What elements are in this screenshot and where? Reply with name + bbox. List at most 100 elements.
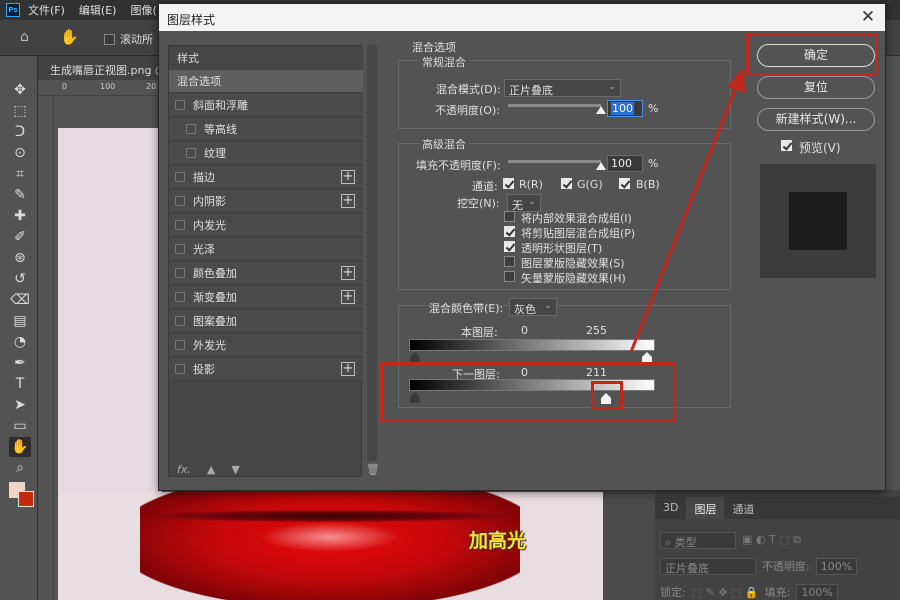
clone-stamp-icon[interactable]: ⊛ [9,248,31,268]
add-effect-icon[interactable]: + [341,170,355,184]
style-item-checkbox[interactable] [175,172,185,182]
type-icon[interactable]: T [9,374,31,394]
style-item[interactable]: 斜面和浮雕 [169,94,363,117]
style-item-label: 等高线 [204,123,237,136]
layer-fill-field[interactable]: 100% [796,583,838,600]
blend-if-dropdown[interactable]: 灰色 ⌄ [509,298,557,316]
styles-scrollbar[interactable] [367,45,377,461]
scroll-all-windows-option[interactable]: 滚动所 [104,31,153,47]
style-item-checkbox[interactable] [175,316,185,326]
dodge-icon[interactable]: ◔ [9,332,31,352]
style-item-checkbox[interactable] [175,340,185,350]
trash-icon[interactable]: 🗑 [366,463,380,476]
style-item-checkbox[interactable] [175,244,185,254]
channel-r-checkbox[interactable] [503,178,514,189]
channel-g-label: G(G) [577,178,603,191]
style-item-checkbox[interactable] [175,268,185,278]
home-icon[interactable]: ⌂ [20,29,36,45]
layer-fill-label: 填充: [764,586,791,599]
channel-b-checkbox[interactable] [619,178,630,189]
advanced-option-checkbox[interactable] [504,271,515,282]
lasso-icon[interactable]: ᑐ [9,122,31,142]
style-item-checkbox[interactable] [175,292,185,302]
eraser-icon[interactable]: ⌫ [9,290,31,310]
healing-icon[interactable]: ✚ [9,206,31,226]
new-style-button[interactable]: 新建样式(W)... [757,108,875,131]
layer-opacity-field[interactable]: 100% [815,557,858,575]
hand-icon[interactable]: ✋ [9,437,31,457]
shape-icon[interactable]: ▭ [9,416,31,436]
tab-3d[interactable]: 3D [655,497,686,519]
style-item[interactable]: 颜色叠加 + [169,262,363,285]
marquee-icon[interactable]: ⬚ [9,101,31,121]
add-effect-icon[interactable]: + [341,362,355,376]
add-effect-icon[interactable]: + [341,194,355,208]
style-item[interactable]: 投影 + [169,358,363,381]
style-item[interactable]: 内发光 [169,214,363,237]
blend-mode-value: 正片叠底 [509,84,553,97]
pen-icon[interactable]: ✒ [9,353,31,373]
more-tools-icon[interactable]: ⋯ [9,479,31,499]
fx-icon[interactable]: fx. [177,463,191,476]
style-item-checkbox[interactable] [175,196,185,206]
crop-icon[interactable]: ⌗ [9,164,31,184]
advanced-option-checkbox[interactable] [504,226,515,237]
menu-file[interactable]: 文件(F) [28,2,65,18]
style-item[interactable]: 光泽 [169,238,363,261]
style-item[interactable]: 等高线 [169,118,363,141]
style-item-checkbox[interactable] [175,100,185,110]
zoom-icon[interactable]: ⌕ [9,458,31,478]
advanced-option-checkbox[interactable] [504,256,515,267]
brush-icon[interactable]: ✐ [9,227,31,247]
fill-opacity-field[interactable]: 100 [607,155,643,172]
close-icon[interactable]: ✕ [859,7,877,27]
style-item-checkbox[interactable] [175,220,185,230]
move-up-icon[interactable]: ▲ [207,463,215,476]
lips-highlight [260,522,400,552]
opacity-field[interactable]: 100 [607,100,643,117]
lock-icons[interactable]: ⬚ ✎ ✥ ⬚ 🔒 [692,586,759,599]
menu-edit[interactable]: 编辑(E) [79,2,117,18]
style-item[interactable]: 内阴影 + [169,190,363,213]
style-item-checkbox[interactable] [186,124,196,134]
advanced-option-checkbox[interactable] [504,241,515,252]
quick-select-icon[interactable]: ⊙ [9,143,31,163]
blend-mode-dropdown[interactable]: 正片叠底 ⌄ [504,79,621,97]
tab-layers[interactable]: 图层 [686,497,725,519]
opacity-slider-track[interactable] [508,104,601,107]
menu-image[interactable]: 图像( [130,2,156,18]
advanced-option-checkbox[interactable] [504,211,515,222]
dialog-title: 图层样式 [167,13,216,27]
fill-opacity-slider-track[interactable] [508,160,601,163]
fill-opacity-slider-thumb[interactable] [596,162,606,170]
horizontal-ruler: 0 100 20 [38,80,162,96]
eyedropper-icon[interactable]: ✎ [9,185,31,205]
style-item-label: 纹理 [204,147,226,160]
style-item-checkbox[interactable] [186,148,196,158]
style-item[interactable]: 纹理 [169,142,363,165]
document-tab[interactable]: 生成嘴唇正视图.png @ [38,56,162,80]
move-icon[interactable]: ✥ [9,80,31,100]
style-item[interactable]: 图案叠加 [169,310,363,333]
path-select-icon[interactable]: ➤ [9,395,31,415]
preview-checkbox[interactable] [781,140,792,151]
style-item[interactable]: 渐变叠加 + [169,286,363,309]
layer-filter-dropdown[interactable]: ⌕ 类型 [660,531,736,549]
styles-list: 样式 混合选项 斜面和浮雕 等高线 纹理 描边 + 内阴影 + 内发光 光泽 颜色叠加 + 渐变叠加 + 图… [168,45,380,477]
tab-channels[interactable]: 通道 [724,497,762,519]
move-down-icon[interactable]: ▼ [231,463,239,476]
style-item[interactable]: 描边 + [169,166,363,189]
add-effect-icon[interactable]: + [341,290,355,304]
add-effect-icon[interactable]: + [341,266,355,280]
gradient-icon[interactable]: ▤ [9,311,31,331]
style-item[interactable]: 外发光 [169,334,363,357]
history-brush-icon[interactable]: ↺ [9,269,31,289]
reset-button[interactable]: 复位 [757,76,875,99]
layer-blend-dropdown[interactable]: 正片叠底 [660,557,756,575]
style-item[interactable]: 混合选项 [169,70,363,93]
scroll-all-checkbox[interactable] [104,33,115,45]
hand-tool-icon[interactable]: ✋ [60,28,79,46]
style-item-checkbox[interactable] [175,364,185,374]
channel-g-checkbox[interactable] [561,178,572,189]
opacity-slider-thumb[interactable] [596,106,606,114]
